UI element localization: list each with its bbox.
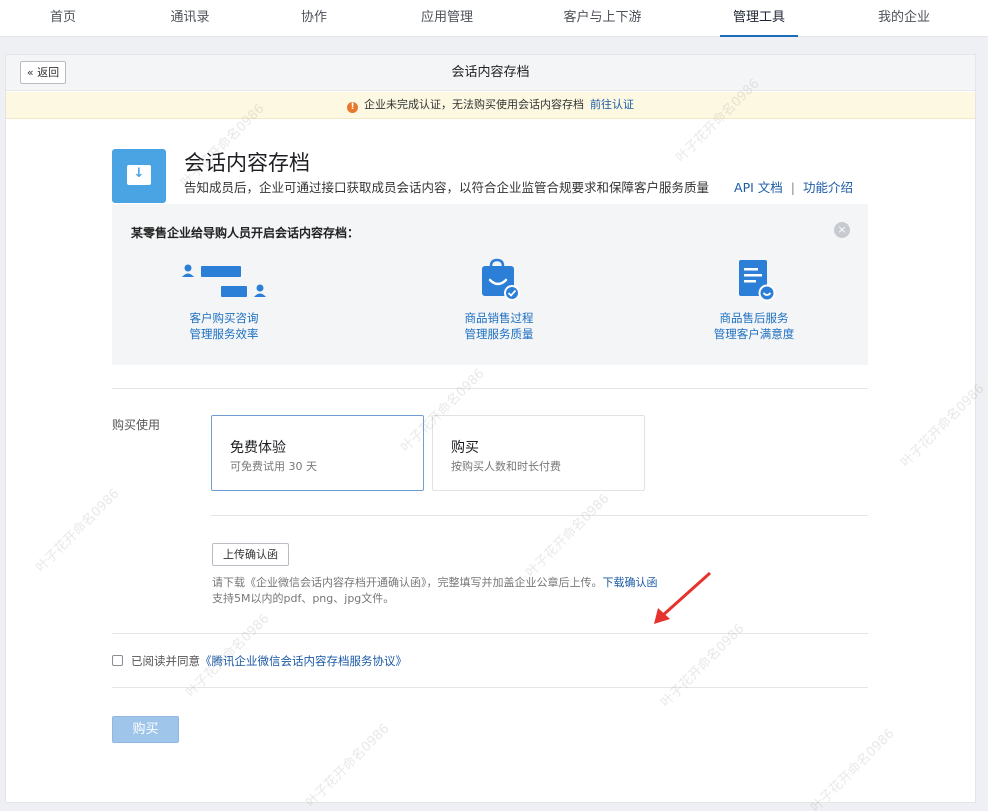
case-item-sales: 商品销售过程 管理服务质量 xyxy=(409,258,589,342)
shopping-bag-icon xyxy=(482,258,520,301)
option-subtitle: 按购买人数和时长付费 xyxy=(451,460,561,473)
agreement-text: 已阅读并同意 xyxy=(131,654,200,668)
case-line2: 管理客户满意度 xyxy=(713,327,795,341)
tab-contacts[interactable]: 通讯录 xyxy=(160,0,220,37)
tab-collaboration[interactable]: 协作 xyxy=(291,0,337,37)
case-label: 客户购买咨询 管理服务效率 xyxy=(134,310,314,342)
main-panel: « 返回 会话内容存档 ! 企业未完成认证，无法购买使用会话内容存档 前往认证 ↓ … xyxy=(5,54,988,811)
case-study-box: 某零售企业给导购人员开启会话内容存档： × 客户购买咨询 管理服务效率 商品销售… xyxy=(112,204,868,365)
archive-icon: ↓ xyxy=(112,149,166,203)
watermark: 叶子花开命名0986 xyxy=(898,381,988,471)
top-nav: 首页 通讯录 协作 应用管理 客户与上下游 管理工具 我的企业 xyxy=(0,0,988,37)
case-label: 商品售后服务 管理客户满意度 xyxy=(664,310,844,342)
tab-home[interactable]: 首页 xyxy=(40,0,86,37)
product-title: 会话内容存档 xyxy=(184,151,310,175)
tab-customers[interactable]: 客户与上下游 xyxy=(556,0,649,37)
verification-warning: ! 企业未完成认证，无法购买使用会话内容存档 前往认证 xyxy=(6,92,975,119)
option-purchase[interactable]: 购买 按购买人数和时长付费 xyxy=(432,415,645,491)
case-line1: 客户购买咨询 xyxy=(189,311,259,325)
upload-hint: 请下载《企业微信会话内容存档开通确认函》，完整填写并加盖企业公章后上传。下载确认… xyxy=(212,575,658,607)
watermark: 叶子花开命名0986 xyxy=(303,721,393,811)
product-description: 告知成员后，企业可通过接口获取成员会话内容，以符合企业监管合规要求和保障客户服务… xyxy=(184,180,710,195)
case-item-aftersales: 商品售后服务 管理客户满意度 xyxy=(664,260,844,342)
tab-app-management[interactable]: 应用管理 xyxy=(411,0,483,37)
upload-hint-text: 请下载《企业微信会话内容存档开通确认函》，完整填写并加盖企业公章后上传。 xyxy=(212,576,603,589)
case-line2: 管理服务质量 xyxy=(464,327,534,341)
purchase-label: 购买使用 xyxy=(112,418,161,432)
chat-icon xyxy=(182,264,266,297)
divider xyxy=(112,633,868,634)
warning-text: 企业未完成认证，无法购买使用会话内容存档 xyxy=(364,98,584,111)
feature-intro-link[interactable]: 功能介绍 xyxy=(803,180,853,195)
option-title: 免费体验 xyxy=(230,440,286,456)
panel-header: « 返回 会话内容存档 xyxy=(6,55,975,91)
api-docs-link[interactable]: API 文档 xyxy=(734,180,783,195)
verify-link[interactable]: 前往认证 xyxy=(590,98,634,111)
divider xyxy=(211,515,868,516)
upload-confirmation-button[interactable]: 上传确认函 xyxy=(212,543,289,566)
page-title: 会话内容存档 xyxy=(451,65,530,80)
close-icon[interactable]: × xyxy=(834,222,850,238)
option-subtitle: 可免费试用 30 天 xyxy=(230,460,317,473)
case-title: 某零售企业给导购人员开启会话内容存档： xyxy=(131,226,360,240)
option-free-trial[interactable]: 免费体验 可免费试用 30 天 xyxy=(211,415,424,491)
watermark: 叶子花开命名0986 xyxy=(523,491,613,581)
watermark: 叶子花开命名0986 xyxy=(33,486,123,576)
document-smile-icon xyxy=(739,260,776,302)
case-line1: 商品销售过程 xyxy=(464,311,534,325)
divider xyxy=(112,687,868,688)
warning-icon: ! xyxy=(347,102,358,113)
tab-management-tools[interactable]: 管理工具 xyxy=(720,0,798,37)
watermark: 叶子花开命名0986 xyxy=(808,726,898,811)
link-separator: | xyxy=(790,180,795,195)
upload-hint-formats: 支持5M以内的pdf、png、jpg文件。 xyxy=(212,592,395,605)
agreement-row: 已阅读并同意《腾讯企业微信会话内容存档服务协议》 xyxy=(112,653,407,669)
case-line2: 管理服务效率 xyxy=(189,327,259,341)
case-line1: 商品售后服务 xyxy=(719,311,789,325)
option-title: 购买 xyxy=(451,440,479,456)
buy-button[interactable]: 购买 xyxy=(112,716,179,743)
agreement-checkbox[interactable] xyxy=(112,655,123,666)
tab-my-enterprise[interactable]: 我的企业 xyxy=(868,0,940,37)
divider xyxy=(112,388,868,389)
product-links: API 文档 | 功能介绍 xyxy=(734,177,853,196)
case-item-consult: 客户购买咨询 管理服务效率 xyxy=(134,264,314,342)
case-label: 商品销售过程 管理服务质量 xyxy=(409,310,589,342)
service-agreement-link[interactable]: 《腾讯企业微信会话内容存档服务协议》 xyxy=(200,654,407,668)
download-confirmation-link[interactable]: 下载确认函 xyxy=(603,576,658,589)
